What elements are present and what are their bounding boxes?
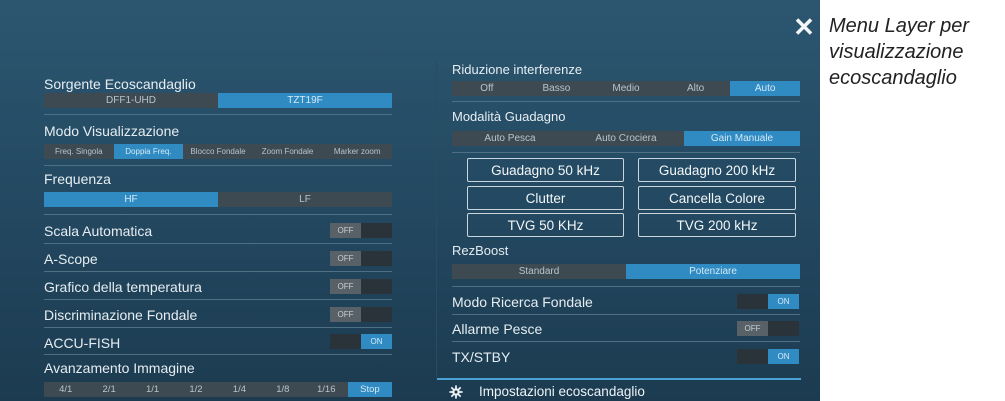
ricerca-toggle[interactable]: ON <box>737 294 799 309</box>
guadagno-50-button[interactable]: Guadagno 50 kHz <box>467 158 624 182</box>
ricerca-label: Modo Ricerca Fondale <box>452 294 593 310</box>
grafico-label: Grafico della temperatura <box>44 279 202 295</box>
tvg-200-button[interactable]: TVG 200 kHz <box>638 213 796 237</box>
sorgente-selector: DFF1-UHD TZT19F <box>44 93 392 108</box>
avanzamento-option[interactable]: 1/8 <box>261 382 304 397</box>
toggle-state-text: OFF <box>330 307 361 322</box>
modo-option[interactable]: Blocco Fondale <box>183 144 253 159</box>
avanzamento-option[interactable]: 1/4 <box>218 382 261 397</box>
riduzione-option[interactable]: Medio <box>591 81 661 96</box>
modo-option[interactable]: Marker zoom <box>322 144 392 159</box>
tvg-50-button[interactable]: TVG 50 KHz <box>467 213 624 237</box>
separator <box>452 152 800 153</box>
scala-toggle[interactable]: OFF <box>330 223 392 238</box>
riduzione-option[interactable]: Alto <box>661 81 731 96</box>
rezboost-option[interactable]: Standard <box>452 264 626 279</box>
riduzione-option[interactable]: Off <box>452 81 522 96</box>
sorgente-option[interactable]: DFF1-UHD <box>44 93 218 108</box>
discriminazione-label: Discriminazione Fondale <box>44 307 198 323</box>
avanzamento-selector: 4/1 2/1 1/1 1/2 1/4 1/8 1/16 Stop <box>44 382 392 397</box>
close-icon[interactable]: ✕ <box>791 12 817 42</box>
separator <box>44 271 392 272</box>
allarme-label: Allarme Pesce <box>452 321 543 337</box>
toggle-state-text: OFF <box>330 251 361 266</box>
avanzamento-option[interactable]: Stop <box>347 382 392 397</box>
separator <box>44 114 392 115</box>
riduzione-option[interactable]: Basso <box>522 81 592 96</box>
sounder-layer-menu: ✕ Sorgente Ecoscandaglio DFF1-UHD TZT19F… <box>0 0 820 401</box>
frequenza-option[interactable]: HF <box>44 192 218 207</box>
allarme-toggle[interactable]: OFF <box>737 321 799 336</box>
riduzione-option[interactable]: Auto <box>730 81 800 96</box>
accufish-toggle[interactable]: ON <box>330 334 392 349</box>
guadagno-selector: Auto Pesca Auto Crociera Gain Manuale <box>452 131 800 146</box>
grafico-toggle[interactable]: OFF <box>330 279 392 294</box>
separator <box>452 341 800 342</box>
separator <box>452 286 800 287</box>
toggle-state-text: ON <box>361 334 392 349</box>
modo-option[interactable]: Doppia Freq. <box>113 144 184 159</box>
clutter-button[interactable]: Clutter <box>467 186 624 210</box>
avanzamento-option[interactable]: 1/2 <box>174 382 217 397</box>
frequenza-selector: HF LF <box>44 192 392 207</box>
separator <box>44 327 392 328</box>
settings-label: Impostazioni ecoscandaglio <box>479 384 645 399</box>
separator <box>44 243 392 244</box>
modo-option[interactable]: Freq. Singola <box>44 144 114 159</box>
toggle-state-text: ON <box>768 349 799 364</box>
frequenza-label: Frequenza <box>44 171 111 187</box>
avanzamento-option[interactable]: 4/1 <box>44 382 87 397</box>
toggle-state-text: OFF <box>737 321 768 336</box>
separator <box>44 165 392 166</box>
separator <box>452 314 800 315</box>
sorgente-label: Sorgente Ecoscandaglio <box>44 76 196 92</box>
separator <box>44 299 392 300</box>
modo-label: Modo Visualizzazione <box>44 123 180 139</box>
guadagno-option[interactable]: Auto Crociera <box>568 131 684 146</box>
figure-caption: Menu Layer per visualizzazione ecoscanda… <box>829 15 970 89</box>
riduzione-selector: Off Basso Medio Alto Auto <box>452 81 800 96</box>
rezboost-selector: Standard Potenziare <box>452 264 800 279</box>
avanzamento-label: Avanzamento Immagine <box>44 360 195 376</box>
ascope-label: A-Scope <box>44 251 98 267</box>
avanzamento-option[interactable]: 2/1 <box>87 382 130 397</box>
toggle-state-text: OFF <box>330 223 361 238</box>
txstby-label: TX/STBY <box>452 349 511 365</box>
sorgente-option[interactable]: TZT19F <box>218 93 392 108</box>
toggle-state-text: ON <box>768 294 799 309</box>
accufish-label: ACCU-FISH <box>44 335 121 351</box>
avanzamento-option[interactable]: 1/1 <box>131 382 174 397</box>
separator <box>44 214 392 215</box>
scala-label: Scala Automatica <box>44 223 153 239</box>
toggle-state-text: OFF <box>330 279 361 294</box>
cancella-colore-button[interactable]: Cancella Colore <box>638 186 796 210</box>
guadagno-200-button[interactable]: Guadagno 200 kHz <box>638 158 796 182</box>
gear-icon <box>449 384 463 399</box>
modo-option[interactable]: Zoom Fondale <box>253 144 323 159</box>
separator <box>452 101 800 102</box>
guadagno-label: Modalità Guadagno <box>452 109 566 124</box>
separator <box>44 354 392 355</box>
settings-link[interactable]: Impostazioni ecoscandaglio <box>437 378 801 401</box>
rezboost-label: RezBoost <box>452 243 509 258</box>
column-divider <box>436 60 437 378</box>
riduzione-label: Riduzione interferenze <box>452 62 583 77</box>
ascope-toggle[interactable]: OFF <box>330 251 392 266</box>
frequenza-option[interactable]: LF <box>218 192 392 207</box>
rezboost-option[interactable]: Potenziare <box>626 264 800 279</box>
discriminazione-toggle[interactable]: OFF <box>330 307 392 322</box>
guadagno-option[interactable]: Auto Pesca <box>452 131 568 146</box>
txstby-toggle[interactable]: ON <box>737 349 799 364</box>
avanzamento-option[interactable]: 1/16 <box>305 382 348 397</box>
modo-selector: Freq. Singola Doppia Freq. Blocco Fondal… <box>44 144 392 159</box>
guadagno-option[interactable]: Gain Manuale <box>684 131 800 146</box>
